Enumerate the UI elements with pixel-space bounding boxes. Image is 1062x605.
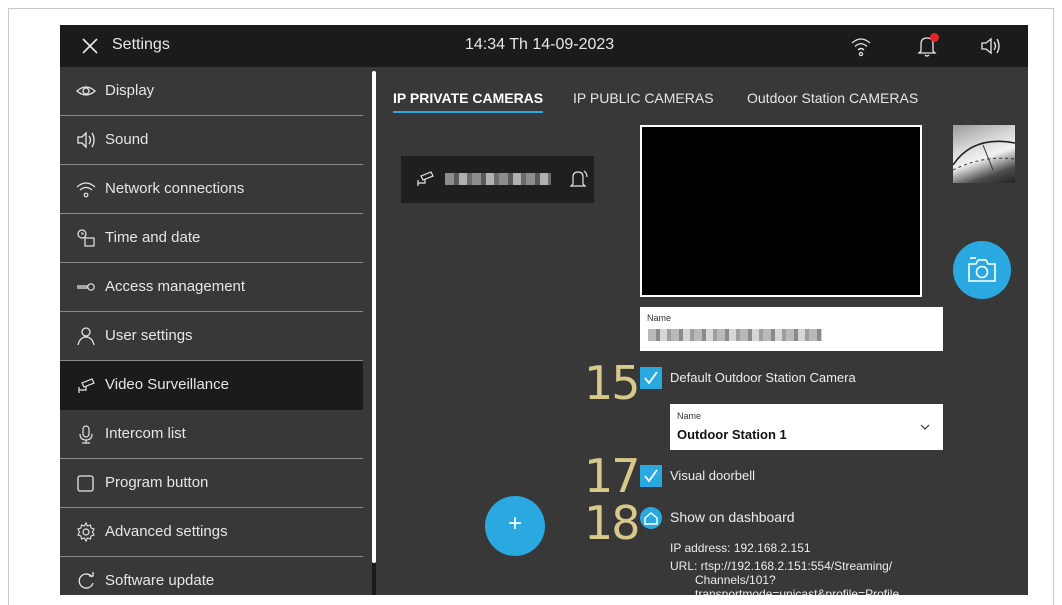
camera-name-redacted <box>445 173 551 185</box>
sidebar-item-network[interactable]: Network connections <box>60 165 363 214</box>
sidebar-item-advanced-settings[interactable]: Advanced settings <box>60 508 363 557</box>
outdoor-station-select[interactable]: Name Outdoor Station 1 <box>670 404 943 450</box>
sidebar-item-display[interactable]: Display <box>60 67 363 116</box>
camera-name-value-redacted <box>648 329 822 341</box>
sidebar-item-label: Network connections <box>105 180 245 197</box>
wifi-icon <box>76 182 96 198</box>
sidebar-item-software-update[interactable]: Software update <box>60 557 363 595</box>
dropdown-caption: Name <box>677 411 702 421</box>
speaker-icon[interactable] <box>980 36 1002 56</box>
camera-icon <box>417 171 434 186</box>
sidebar-item-access-management[interactable]: Access management <box>60 263 363 312</box>
sidebar-item-intercom-list[interactable]: Intercom list <box>60 410 363 459</box>
url-text-line-2: Channels/101? <box>695 573 776 587</box>
tab-outdoor-station-cameras[interactable]: Outdoor Station CAMERAS <box>747 90 918 106</box>
sidebar-item-label: Video Surveillance <box>105 376 229 393</box>
clock-calendar-icon <box>77 229 95 247</box>
sidebar-item-label: Access management <box>105 278 246 295</box>
notification-dot <box>930 33 939 42</box>
sidebar-item-label: Advanced settings <box>105 523 228 540</box>
refresh-icon <box>78 572 94 589</box>
camera-list-item[interactable] <box>401 156 594 203</box>
microphone-icon <box>79 425 93 444</box>
sidebar-item-sound[interactable]: Sound <box>60 116 363 165</box>
callout-15: 15 <box>584 356 641 410</box>
sidebar-item-label: Software update <box>105 572 215 589</box>
visual-doorbell-label: Visual doorbell <box>670 468 756 483</box>
callout-18: 18 <box>584 496 641 550</box>
scrollbar-track <box>372 563 376 595</box>
callout-17: 17 <box>584 449 641 503</box>
visual-doorbell-checkbox[interactable] <box>640 465 662 487</box>
name-caption: Name <box>647 313 672 323</box>
user-icon <box>77 327 95 346</box>
tab-ip-public-cameras[interactable]: IP PUBLIC CAMERAS <box>573 90 714 106</box>
gear-icon <box>77 522 95 542</box>
sidebar-item-user-settings[interactable]: User settings <box>60 312 363 361</box>
key-icon <box>77 283 95 291</box>
url-text-line-1: URL: rtsp://192.168.2.151:554/Streaming/ <box>670 559 893 573</box>
url-text-line-3: transportmode=unicast&profile=Profile <box>695 587 900 595</box>
dropdown-value: Outdoor Station 1 <box>677 427 787 442</box>
checkmark-icon <box>644 469 658 483</box>
chevron-down-icon <box>920 424 930 430</box>
top-bar: Settings 14:34 Th 14-09-2023 <box>60 25 1028 67</box>
checkmark-icon <box>644 371 658 385</box>
sidebar-item-label: User settings <box>105 327 193 344</box>
camera-name-field[interactable]: Name <box>640 307 943 351</box>
sidebar-item-label: Sound <box>105 131 149 148</box>
notification-bell-icon[interactable] <box>916 33 939 58</box>
sidebar-item-label: Display <box>105 82 155 99</box>
video-preview <box>640 125 922 297</box>
default-camera-label: Default Outdoor Station Camera <box>670 370 856 385</box>
camera-icon <box>78 378 95 393</box>
tab-ip-private-cameras[interactable]: IP PRIVATE CAMERAS <box>393 90 543 106</box>
active-tab-indicator <box>393 111 543 113</box>
sidebar-scrollbar[interactable] <box>372 71 376 563</box>
add-camera-button[interactable]: + <box>485 496 545 556</box>
sidebar-item-video-surveillance[interactable]: Video Surveillance <box>60 361 363 410</box>
settings-sidebar: Display Sound Network connections Time a… <box>60 67 363 595</box>
settings-screen: Settings 14:34 Th 14-09-2023 Display Sou… <box>60 25 1028 595</box>
square-icon <box>77 475 94 492</box>
camera-snapshot-thumbnail[interactable] <box>953 125 1015 183</box>
sidebar-item-time-date[interactable]: Time and date <box>60 214 363 263</box>
doorbell-icon <box>569 170 588 187</box>
home-icon <box>644 512 658 525</box>
eye-icon <box>76 86 96 96</box>
ip-address-text: IP address: 192.168.2.151 <box>670 541 811 555</box>
close-icon[interactable] <box>80 36 100 56</box>
sidebar-item-program-button[interactable]: Program button <box>60 459 363 508</box>
show-on-dashboard-label: Show on dashboard <box>670 509 795 525</box>
sidebar-item-label: Intercom list <box>105 425 186 442</box>
sidebar-item-label: Program button <box>105 474 209 491</box>
speaker-icon <box>77 131 95 149</box>
camera-photo-icon <box>968 257 996 282</box>
snapshot-button[interactable] <box>953 241 1011 299</box>
wifi-icon[interactable] <box>850 35 872 57</box>
default-camera-checkbox[interactable] <box>640 367 662 389</box>
sidebar-item-label: Time and date <box>105 229 201 246</box>
show-on-dashboard-toggle[interactable] <box>640 507 662 529</box>
date-time: 14:34 Th 14-09-2023 <box>465 36 615 53</box>
page-title: Settings <box>112 36 170 53</box>
